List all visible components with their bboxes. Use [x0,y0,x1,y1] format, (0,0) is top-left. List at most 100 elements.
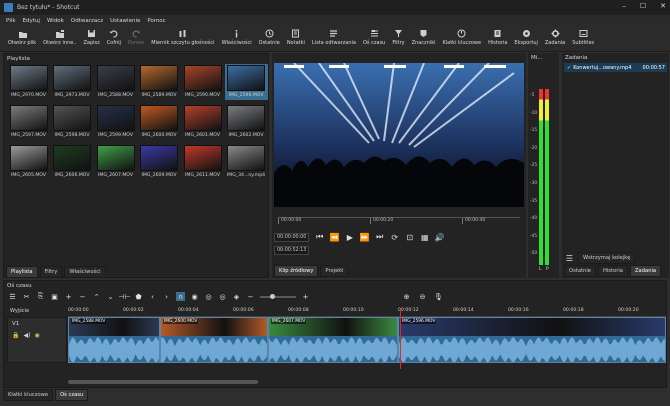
playlist-item[interactable]: IMG_2607.MOV [94,144,137,180]
player-ruler[interactable]: 00:00:00 00:00:20 00:00:40 [278,217,520,229]
playlist-item[interactable]: IMG_2597.MOV [7,104,50,140]
zoom-handle[interactable] [270,293,275,299]
minimize-icon[interactable]: – [622,2,626,10]
toolbar-button-open-other[interactable]: Otwórz inne.. [41,26,78,47]
playlist-item[interactable]: IMG_2600.MOV [138,104,181,140]
append-icon[interactable]: + [64,292,73,301]
toolbar-button-folder[interactable]: Otwórz plik [6,26,38,47]
timecode-current[interactable]: 00:00:00:00 [274,232,310,242]
playlist-item[interactable]: IMG_2606.MOV [51,144,94,180]
track-v1[interactable]: IMG_2588.MOV IMG_2600.MOV IMG_2607.MOV IMG_… [68,317,666,363]
zoom-timeline-icon[interactable]: ⊖ [418,292,427,301]
playlist-item[interactable]: IMG_2590.MOV [181,64,224,100]
toolbar-button-history[interactable]: Historia [486,26,509,47]
snap-icon[interactable]: ∩ [176,292,185,301]
pause-queue-button[interactable]: Wstrzymaj kolejkę [578,252,636,264]
toolbar-button-peak-meter[interactable]: Miernik szczytu głośności [149,26,216,47]
copy-icon[interactable]: ⎘ [36,292,45,301]
timeline-clip[interactable]: IMG_2596.MOV [398,317,666,363]
playlist-item[interactable]: IMG_2589.MOV [138,64,181,100]
video-preview[interactable] [274,63,524,207]
record-audio-icon[interactable]: 🎙 [434,292,443,301]
mute-icon[interactable]: ◀) [23,332,30,339]
toolbar-button-timeline[interactable]: Oś czasu [361,26,387,47]
timeline-clip[interactable]: IMG_2588.MOV [68,317,160,363]
lock-icon[interactable]: 🔒 [12,332,19,339]
playlist-item[interactable]: IMG_2588.MOV [94,64,137,100]
toolbar-button-undo[interactable]: Cofnij [105,26,123,47]
toolbar-button-keyframes[interactable]: Klatki kluczowe [440,26,483,47]
menu-player[interactable]: Odtwarzacz [71,18,103,24]
tab-history[interactable]: Historia [597,265,628,277]
timeline-ruler[interactable]: 00:00:00 00:00:02 00:00:04 00:00:06 00:00:08… [68,307,666,317]
toolbar-button-playlist[interactable]: Lista odtwarzania [310,26,358,47]
timeline-clip[interactable]: IMG_2607.MOV [268,317,398,363]
toolbar-button-subtitles[interactable]: Subtitles [570,26,596,47]
playlist-item[interactable]: IMG_2598.MOV [51,104,94,140]
grid-icon[interactable]: ▦ [420,233,429,242]
remove-icon[interactable]: − [78,292,87,301]
marker-icon[interactable]: ⬟ [134,292,143,301]
eye-icon[interactable]: ◉ [34,332,39,339]
skip-start-icon[interactable]: ⏮ [315,232,324,242]
timeline-scrollbar[interactable] [68,380,258,384]
menu-help[interactable]: Pomoc [147,18,165,24]
tab-playlist[interactable]: Playlista [6,266,38,278]
ripple-markers-icon[interactable]: ◈ [232,292,241,301]
playlist-item[interactable]: IMG_2601.MOV [181,104,224,140]
tab-properties[interactable]: Właściwości [64,266,106,278]
overwrite-icon[interactable]: ⌄ [106,292,115,301]
paste-icon[interactable]: ▣ [50,292,59,301]
timeline-clip[interactable]: IMG_2600.MOV [160,317,268,363]
toolbar-button-export[interactable]: Eksportuj [512,26,539,47]
close-icon[interactable]: ✕ [660,2,666,10]
next-marker-icon[interactable]: › [162,292,171,301]
volume-icon[interactable]: 🔊 [435,233,445,242]
playlist-item[interactable]: IMG_2973.MOV [51,64,94,100]
tab-filters[interactable]: Filtry [39,266,63,278]
tab-jobs[interactable]: Zadania [629,265,662,277]
toolbar-button-redo[interactable]: Ponów [126,26,146,47]
play-icon[interactable]: ▶ [345,233,354,242]
forward-icon[interactable]: ⏩ [360,233,370,242]
skip-end-icon[interactable]: ⏭ [375,232,384,242]
tab-source[interactable]: Klip źródłowy [274,265,319,277]
playlist-item[interactable]: IMG_2970.MOV [7,64,50,100]
toolbar-button-marker[interactable]: Znaczniki [410,26,438,47]
tab-project[interactable]: Projekt [320,265,349,277]
tab-recent[interactable]: Ostatnie [564,265,596,277]
toolbar-button-notes[interactable]: Notatki [285,26,307,47]
playlist-item[interactable]: IMG_2596.MOV [224,64,268,100]
menu-file[interactable]: Plik [6,18,16,24]
zoom-in-icon[interactable]: + [301,292,310,301]
toolbar-button-save[interactable]: Zapisz [81,26,101,47]
toolbar-button-clock[interactable]: Ostatnie [257,26,282,47]
split-icon[interactable]: ⊣⊢ [118,292,130,301]
toolbar-button-info[interactable]: Właściwości [220,26,254,47]
maximize-icon[interactable]: ☐ [640,2,646,10]
loop-icon[interactable]: ⟳ [390,233,399,242]
toolbar-button-gear[interactable]: Zadania [543,26,567,47]
tab-timeline[interactable]: Oś czasu [55,389,89,401]
lift-icon[interactable]: ⌃ [92,292,101,301]
tab-keyframes[interactable]: Klatki kluczowe [3,389,54,401]
job-row[interactable]: ✔ Konwertuj...owany.mp4 00:00:57 [564,63,667,72]
zoom-slider[interactable] [260,293,296,299]
menu-edit[interactable]: Edytuj [23,18,40,24]
toolbar-button-filter[interactable]: Filtry [390,26,406,47]
scrub-icon[interactable]: ◉ [190,292,199,301]
playlist-item[interactable]: IMG_2599.MOV [94,104,137,140]
playlist-item[interactable]: IMG_34...ny.mp4 [225,144,268,180]
prev-marker-icon[interactable]: ‹ [148,292,157,301]
playlist-item[interactable]: IMG_2611.MOV [181,144,224,180]
ripple-all-icon[interactable]: ◎ [218,292,227,301]
playlist-item[interactable]: IMG_2602.MOV [225,104,268,140]
zoom-icon[interactable]: ⊡ [405,233,414,242]
zoom-out-icon[interactable]: − [246,292,255,301]
playlist-item[interactable]: IMG_2609.MOV [138,144,181,180]
menu-icon[interactable]: ☰ [8,292,17,301]
playlist-item[interactable]: IMG_2605.MOV [7,144,50,180]
playhead[interactable] [400,309,401,369]
zoom-fit-icon[interactable]: ⊕ [402,292,411,301]
rewind-icon[interactable]: ⏪ [330,233,340,242]
